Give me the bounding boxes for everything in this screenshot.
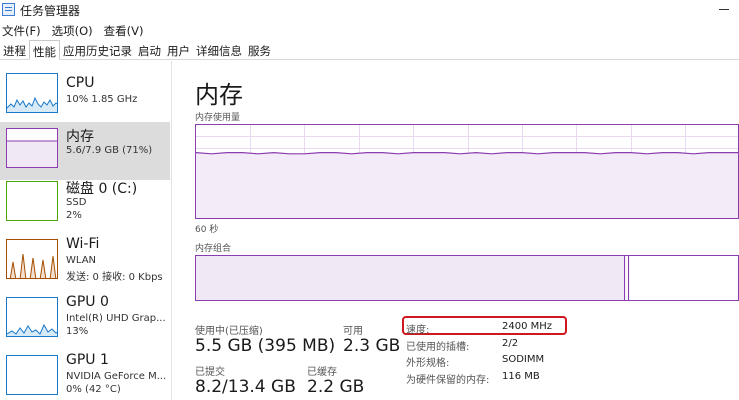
sidebar-item-title: GPU 1	[66, 352, 109, 368]
sidebar-item-detail: WLAN	[66, 255, 97, 266]
sidebar-item-detail: Intel(R) UHD Grap...	[66, 313, 166, 324]
sidebar-item-gpu1[interactable]: GPU 1 NVIDIA GeForce M... 0% (42 °C)	[0, 352, 170, 400]
menu-view[interactable]: 查看(V)	[102, 21, 148, 39]
sidebar-item-title: 磁盘 0 (C:)	[66, 181, 138, 197]
page-title: 内存	[195, 81, 243, 109]
form-factor-label: 外形规格:	[406, 358, 450, 369]
sidebar-item-title: GPU 0	[66, 294, 109, 310]
sidebar-item-title: 内存	[66, 129, 94, 145]
sidebar-item-detail: 5.6/7.9 GB (71%)	[66, 145, 153, 156]
menu-file[interactable]: 文件(F)	[0, 21, 45, 39]
window-title: 任务管理器	[20, 4, 81, 18]
composition-modified	[626, 256, 629, 300]
in-use-value: 5.5 GB (395 MB)	[195, 336, 336, 356]
memory-usage-graph	[195, 124, 739, 219]
cached-label: 已缓存	[307, 367, 337, 378]
sidebar-item-detail-2: 13%	[66, 326, 89, 337]
tab-app-history[interactable]: 应用历史记录	[60, 40, 135, 59]
sidebar-item-title: Wi-Fi	[66, 236, 100, 252]
cached-value: 2.2 GB	[307, 377, 365, 397]
slots-label: 已使用的插槽:	[406, 342, 470, 353]
speed-label: 速度:	[406, 325, 430, 336]
sidebar-item-title: CPU	[66, 75, 95, 91]
available-label: 可用	[343, 326, 363, 337]
form-factor-value: SODIMM	[502, 354, 545, 365]
speed-value: 2400 MHz	[502, 321, 553, 332]
sidebar-item-wifi[interactable]: Wi-Fi WLAN 发送: 0 接收: 0 Kbps	[0, 236, 170, 295]
memory-thumbnail-graph	[6, 128, 58, 168]
sidebar-item-disk[interactable]: 磁盘 0 (C:) SSD 2%	[0, 179, 170, 237]
sidebar-item-memory[interactable]: 内存 5.6/7.9 GB (71%)	[0, 122, 170, 180]
committed-value: 8.2/13.4 GB	[195, 377, 296, 397]
tab-bar: 进程 性能 应用历史记录 启动 用户 详细信息 服务	[0, 40, 739, 60]
in-use-label: 使用中(已压缩)	[195, 326, 263, 337]
sidebar-item-detail: 10% 1.85 GHz	[66, 94, 138, 105]
slots-value: 2/2	[502, 338, 519, 349]
memory-detail-panel: 内存 内存使用量 60 秒 内存组合 使用中(已压缩) 5.5 GB (395 …	[173, 61, 739, 400]
menu-options[interactable]: 选项(O)	[50, 21, 97, 39]
tab-startup[interactable]: 启动	[135, 40, 164, 59]
memory-usage-label: 内存使用量	[195, 113, 241, 123]
tab-processes[interactable]: 进程	[0, 40, 29, 59]
composition-in-use	[196, 256, 625, 300]
time-span-label: 60 秒	[195, 225, 219, 235]
memory-composition-bar	[195, 255, 739, 301]
tab-performance[interactable]: 性能	[29, 40, 60, 60]
available-value: 2.3 GB	[343, 336, 401, 356]
sidebar-item-gpu0[interactable]: GPU 0 Intel(R) UHD Grap... 13%	[0, 294, 170, 353]
tab-users[interactable]: 用户	[164, 40, 193, 59]
minimize-button[interactable]	[711, 0, 739, 20]
task-manager-icon	[2, 3, 15, 16]
performance-sidebar: CPU 10% 1.85 GHz 内存 5.6/7.9 GB (71%) 磁盘 …	[0, 61, 172, 400]
cpu-thumbnail-graph	[6, 73, 58, 113]
composition-standby	[630, 256, 738, 300]
gpu1-thumbnail-graph	[6, 355, 58, 395]
tab-services[interactable]: 服务	[245, 40, 274, 59]
wifi-thumbnail-graph	[6, 239, 58, 279]
memory-composition-label: 内存组合	[195, 244, 232, 254]
sidebar-item-detail: NVIDIA GeForce M...	[66, 371, 167, 382]
hardware-reserved-label: 为硬件保留的内存:	[406, 375, 490, 386]
tab-details[interactable]: 详细信息	[193, 40, 245, 59]
disk-thumbnail-graph	[6, 181, 58, 221]
committed-label: 已提交	[195, 367, 225, 378]
sidebar-item-cpu[interactable]: CPU 10% 1.85 GHz	[0, 61, 170, 119]
title-bar: 任务管理器	[0, 0, 739, 20]
sidebar-item-detail-2: 2%	[66, 210, 82, 221]
sidebar-item-detail: SSD	[66, 197, 87, 208]
hardware-reserved-value: 116 MB	[502, 371, 540, 382]
sidebar-item-detail-2: 发送: 0 接收: 0 Kbps	[66, 272, 163, 283]
menu-bar: 文件(F) 选项(O) 查看(V)	[0, 21, 152, 39]
gpu0-thumbnail-graph	[6, 297, 58, 337]
sidebar-item-detail-2: 0% (42 °C)	[66, 384, 121, 395]
